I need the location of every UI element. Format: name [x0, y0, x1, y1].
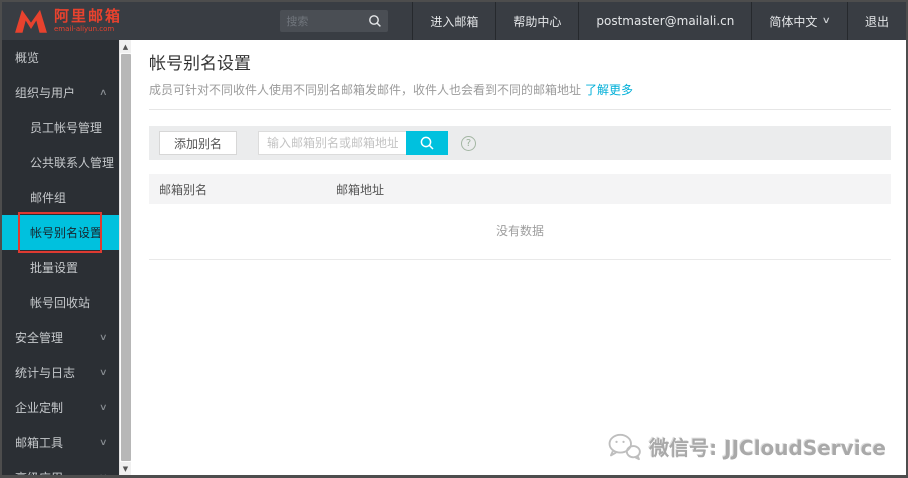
sidebar-item-label: 统计与日志 — [15, 366, 76, 380]
sidebar-item-batch-settings[interactable]: 批量设置 — [2, 250, 119, 285]
sidebar-item-mail-groups[interactable]: 邮件组 — [2, 180, 119, 215]
nav-item-label: 帮助中心 — [513, 14, 562, 29]
sidebar-item-label: 企业定制 — [15, 401, 64, 415]
sidebar-item-label: 邮件组 — [30, 191, 67, 205]
search-icon — [420, 136, 434, 150]
nav-item-language[interactable]: 简体中文 ∨ — [751, 2, 847, 40]
alias-table-header: 邮箱别名 邮箱地址 — [149, 174, 891, 204]
nav-item-label: postmaster@mailali.cn — [596, 14, 735, 28]
sidebar-item-label: 帐号别名设置 — [30, 226, 103, 240]
sidebar-item-label: 公共联系人管理 — [30, 156, 115, 170]
alias-search-group — [258, 131, 449, 155]
chevron-down-icon: ∨ — [99, 402, 108, 413]
nav-item-account-email[interactable]: postmaster@mailali.cn — [578, 2, 751, 40]
nav-item-logout[interactable]: 退出 — [846, 2, 906, 40]
page-header: 帐号别名设置 成员可针对不同收件人使用不同别名邮箱发邮件，收件人也会看到不同的邮… — [149, 40, 891, 110]
brand-subtitle: email-aliyun.com — [54, 25, 115, 33]
sidebar-item-staff-account-mgmt[interactable]: 员工帐号管理 — [2, 110, 119, 145]
nav-item-label: 进入邮箱 — [430, 14, 479, 29]
sidebar-item-label: 批量设置 — [30, 261, 79, 275]
chevron-down-icon: ∨ — [822, 16, 832, 26]
chevron-down-icon: ∨ — [99, 367, 108, 378]
sidebar-item-security-mgmt[interactable]: 安全管理 ∨ — [2, 320, 119, 355]
sidebar-item-overview[interactable]: 概览 — [2, 40, 119, 75]
description-text: 成员可针对不同收件人使用不同别名邮箱发邮件，收件人也会看到不同的邮箱地址 — [149, 83, 582, 97]
sidebar-item-label: 概览 — [15, 51, 40, 65]
wechat-icon — [608, 433, 641, 460]
sidebar-menu: 概览 组织与用户 ∧ 员工帐号管理 公共联系人管理 邮件组 帐号别名设置 批量设… — [2, 40, 119, 475]
table-empty-state: 没有数据 — [149, 204, 891, 260]
page-description: 成员可针对不同收件人使用不同别名邮箱发邮件，收件人也会看到不同的邮箱地址 了解更多 — [149, 81, 891, 98]
watermark-text: 微信号: JJCloudService — [649, 436, 886, 460]
chevron-down-icon: ∨ — [99, 332, 108, 343]
scrollbar-up-arrow[interactable]: ▲ — [120, 40, 131, 53]
sidebar-item-public-contacts-mgmt[interactable]: 公共联系人管理 — [2, 145, 119, 180]
sidebar-item-mailbox-tools[interactable]: 邮箱工具 ∨ — [2, 425, 119, 460]
learn-more-link[interactable]: 了解更多 — [585, 83, 633, 97]
column-header-address: 邮箱地址 — [336, 182, 385, 197]
sidebar-item-org-and-users[interactable]: 组织与用户 ∧ — [2, 75, 119, 110]
alias-search-button[interactable] — [406, 131, 449, 155]
alias-toolbar: 添加别名 ? — [149, 126, 891, 160]
top-nav: 进入邮箱 帮助中心 postmaster@mailali.cn 简体中文 ∨ 退出 — [412, 2, 906, 40]
add-alias-button[interactable]: 添加别名 — [159, 131, 238, 155]
alias-search-input[interactable] — [258, 131, 407, 155]
sidebar-scrollbar[interactable]: ▲ ▼ — [119, 40, 131, 475]
chevron-down-icon: ∨ — [99, 437, 108, 448]
sidebar-item-label: 组织与用户 — [15, 86, 76, 100]
brand-title: 阿里邮箱 — [54, 7, 123, 25]
top-header: 阿里邮箱 email-aliyun.com 进入邮箱 帮助中心 postmaster… — [2, 2, 906, 40]
global-search-input[interactable] — [286, 14, 369, 28]
chevron-down-icon: ∨ — [99, 473, 108, 476]
search-icon[interactable] — [368, 14, 382, 28]
scrollbar-down-arrow[interactable]: ▼ — [120, 462, 131, 475]
nav-item-label: 简体中文 — [769, 14, 818, 29]
brand-logo[interactable]: 阿里邮箱 email-aliyun.com — [2, 2, 202, 40]
page-title: 帐号别名设置 — [149, 54, 251, 74]
alimail-m-logo-icon — [15, 9, 47, 33]
sidebar-item-label: 安全管理 — [15, 331, 64, 345]
sidebar-item-label: 邮箱工具 — [15, 436, 64, 450]
sidebar-item-label: 高级应用 — [15, 469, 63, 475]
scrollbar-thumb[interactable] — [120, 54, 131, 461]
chevron-up-icon: ∧ — [99, 87, 108, 98]
nav-item-help-center[interactable]: 帮助中心 — [495, 2, 578, 40]
wechat-watermark: 微信号: JJCloudService — [607, 432, 886, 461]
help-question-icon[interactable]: ? — [461, 135, 477, 151]
sidebar-item-account-recycle-bin[interactable]: 帐号回收站 — [2, 285, 119, 320]
nav-item-label: 退出 — [864, 14, 889, 29]
sidebar-item-account-alias-settings[interactable]: 帐号别名设置 — [2, 212, 119, 253]
global-search-box[interactable] — [280, 10, 389, 32]
sidebar-item-enterprise-custom[interactable]: 企业定制 ∨ — [2, 390, 119, 425]
sidebar-item-label: 员工帐号管理 — [30, 121, 103, 135]
app-window: 阿里邮箱 email-aliyun.com 进入邮箱 帮助中心 postmaster… — [0, 0, 908, 478]
sidebar-item-advanced-apps[interactable]: 高级应用 ∨ — [2, 460, 119, 475]
sidebar-item-label: 帐号回收站 — [30, 296, 91, 310]
column-header-alias: 邮箱别名 — [159, 182, 208, 197]
sidebar-item-stats-and-logs[interactable]: 统计与日志 ∨ — [2, 355, 119, 390]
nav-item-enter-mailbox[interactable]: 进入邮箱 — [412, 2, 495, 40]
main-content: 帐号别名设置 成员可针对不同收件人使用不同别名邮箱发邮件，收件人也会看到不同的邮… — [131, 40, 906, 475]
